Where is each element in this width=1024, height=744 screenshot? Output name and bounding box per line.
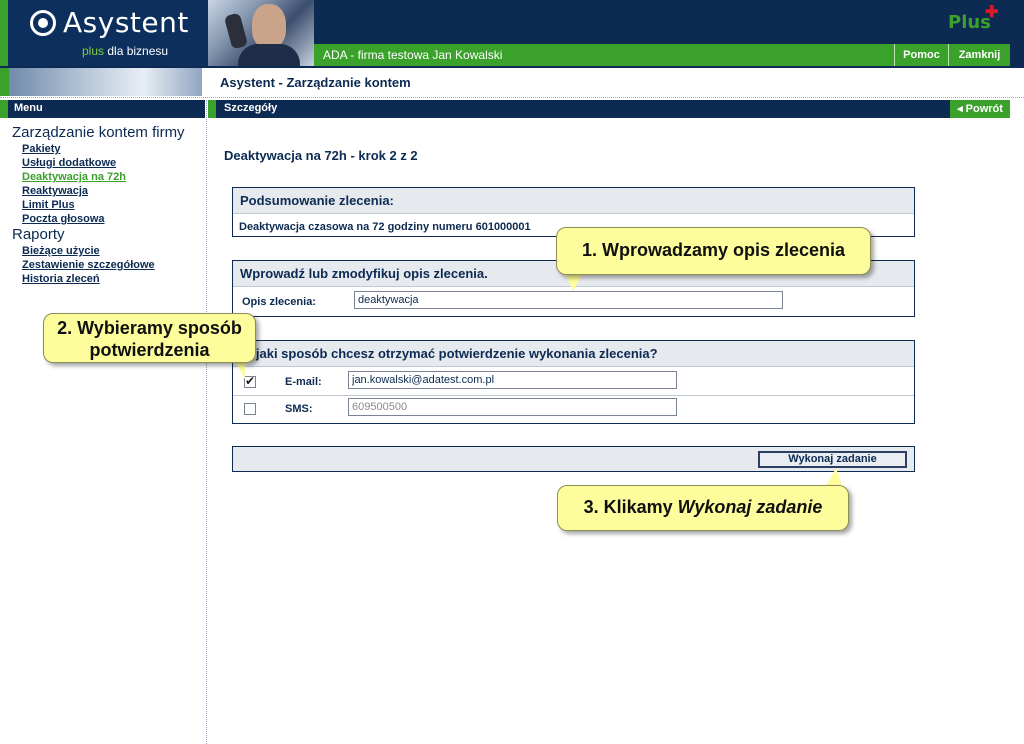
- logo-sub-rest: dla biznesu: [104, 44, 169, 58]
- sidebar-item-reaktywacja[interactable]: Reaktywacja: [22, 185, 88, 197]
- sidebar-section-account: Zarządzanie kontem firmy: [12, 124, 185, 141]
- content-header-label: Szczegóły: [224, 102, 278, 114]
- sidebar-item-biezace-uzycie[interactable]: Bieżące użycie: [22, 245, 100, 257]
- company-name: ADA - firma testowa Jan Kowalski: [323, 48, 503, 62]
- callout-2-line-2: potwierdzenia: [89, 340, 210, 360]
- email-label: E-mail:: [285, 376, 322, 388]
- sidebar-section-reports: Raporty: [12, 226, 65, 243]
- suit-graphic: [238, 44, 300, 66]
- content-header: Szczegóły ◂ Powrót: [208, 100, 1010, 118]
- email-checkbox[interactable]: [244, 374, 256, 388]
- phone-graphic: [223, 12, 249, 50]
- sms-input[interactable]: [348, 398, 677, 416]
- menu-label: Menu: [14, 102, 43, 114]
- asystent-logo: Asystent plus dla biznesu: [0, 0, 208, 66]
- logo-title: Asystent: [63, 6, 189, 39]
- header-photo-businessman: [208, 0, 314, 66]
- confirmation-title: W jaki sposób chcesz otrzymać potwierdze…: [233, 341, 914, 367]
- help-button[interactable]: Pomoc: [894, 44, 948, 66]
- sidebar-item-deaktywacja[interactable]: Deaktywacja na 72h: [22, 171, 126, 183]
- sidebar-item-zestawienie[interactable]: Zestawienie szczegółowe: [22, 259, 155, 271]
- callout-2-line-1: 2. Wybieramy sposób: [57, 318, 242, 338]
- title-green-strip: [0, 68, 8, 96]
- page-title: Asystent - Zarządzanie kontem: [220, 75, 411, 90]
- title-row: Asystent - Zarządzanie kontem: [0, 68, 1024, 98]
- close-button[interactable]: Zamknij: [948, 44, 1010, 66]
- callout-1-pointer: [565, 273, 583, 291]
- summary-title: Podsumowanie zlecenia:: [233, 188, 914, 214]
- sms-checkbox[interactable]: [244, 403, 256, 415]
- callout-step-2: 2. Wybieramy sposób potwierdzenia: [43, 313, 256, 363]
- company-bar: ADA - firma testowa Jan Kowalski Pomoc Z…: [314, 44, 1010, 66]
- confirmation-panel: W jaki sposób chcesz otrzymać potwierdze…: [232, 340, 915, 424]
- sms-label: SMS:: [285, 403, 313, 415]
- callout-3-prefix: 3. Klikamy: [583, 497, 678, 517]
- callout-3-pointer: [826, 468, 842, 486]
- title-decor-image: [8, 68, 202, 96]
- summary-text: Deaktywacja czasowa na 72 godziny numeru…: [239, 221, 531, 233]
- sidebar-item-limit-plus[interactable]: Limit Plus: [22, 199, 75, 211]
- step-title: Deaktywacja na 72h - krok 2 z 2: [224, 148, 418, 163]
- sidebar: Menu Zarządzanie kontem firmy Pakiety Us…: [0, 100, 207, 744]
- sidebar-item-historia-zlecen[interactable]: Historia zleceń: [22, 273, 100, 285]
- callout-2-pointer: [235, 361, 245, 379]
- logo-circle-icon: [30, 10, 56, 36]
- back-button[interactable]: ◂ Powrót: [950, 100, 1010, 118]
- plus-cross-icon: ✚: [985, 4, 999, 21]
- logo-sub-plus: plus: [82, 44, 105, 58]
- face-graphic: [252, 4, 286, 48]
- logo-green-strip: [0, 0, 8, 66]
- menu-header: Menu: [0, 100, 205, 118]
- row-divider: [233, 395, 914, 396]
- callout-3-italic: Wykonaj zadanie: [677, 497, 823, 517]
- email-input[interactable]: [348, 371, 677, 389]
- submit-task-button[interactable]: Wykonaj zadanie: [758, 451, 907, 468]
- logo-subtitle: plus dla biznesu: [82, 44, 168, 58]
- sidebar-item-pakiety[interactable]: Pakiety: [22, 143, 61, 155]
- callout-step-1: 1. Wprowadzamy opis zlecenia: [556, 227, 871, 275]
- description-input[interactable]: [354, 291, 783, 309]
- sidebar-item-poczta-glosowa[interactable]: Poczta głosowa: [22, 213, 105, 225]
- description-label: Opis zlecenia:: [242, 296, 316, 308]
- callout-step-3: 3. Klikamy Wykonaj zadanie: [557, 485, 849, 531]
- app-header: Asystent plus dla biznesu Plus ✚ ADA - f…: [0, 0, 1024, 68]
- submit-panel: Wykonaj zadanie: [232, 446, 915, 472]
- sidebar-item-uslugi-dodatkowe[interactable]: Usługi dodatkowe: [22, 157, 116, 169]
